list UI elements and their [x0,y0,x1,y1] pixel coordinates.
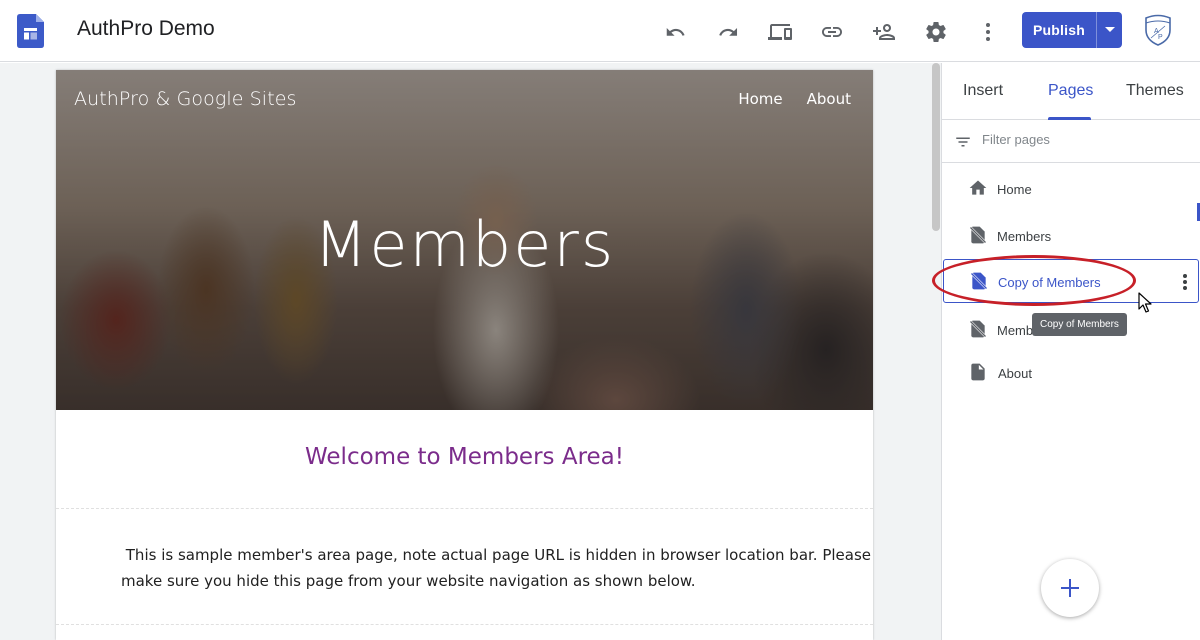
site-name[interactable]: AuthPro & Google Sites [74,88,297,110]
more-vert-icon[interactable] [1179,272,1191,292]
redo-icon[interactable] [712,16,744,48]
page-name-tooltip: Copy of Members [1032,313,1127,336]
filter-pages-bar [942,120,1200,163]
top-bar: AuthPro Demo Publish A P [0,0,1200,62]
page-item-home[interactable]: Home [942,167,1200,211]
page-item-label: Members [997,229,1052,244]
share-person-add-icon[interactable] [868,16,900,48]
site-editor-canvas: AuthPro & Google Sites Home About Member… [0,63,941,640]
hero-banner-image[interactable]: AuthPro & Google Sites Home About Member… [56,70,873,410]
settings-gear-icon[interactable] [920,16,952,48]
publish-button[interactable]: Publish [1022,12,1097,48]
hidden-page-icon [969,320,987,338]
preview-devices-icon[interactable] [764,16,796,48]
svg-text:P: P [1158,34,1163,41]
page-item-label: Home [997,182,1032,197]
plus-icon [1061,579,1079,597]
google-sites-logo-icon[interactable] [17,14,44,48]
page-item-copy-of-members[interactable]: Copy of Members [943,259,1199,303]
filter-pages-input[interactable] [982,132,1182,147]
hidden-page-icon [970,272,988,290]
page-item-label: About [998,366,1032,381]
page-item-label: Copy of Members [998,275,1101,290]
canvas-scrollbar[interactable] [932,63,940,231]
intro-paragraph-line: This is sample member's area page, note … [121,546,872,564]
more-vert-icon[interactable] [972,16,1004,48]
tab-themes[interactable]: Themes [1126,82,1184,100]
link-icon[interactable] [816,16,848,48]
filter-icon[interactable] [954,133,972,151]
page-item-label: Memb [997,323,1034,338]
app-title[interactable]: AuthPro Demo [77,17,215,41]
side-panel: Insert Pages Themes Home Members Copy of… [941,63,1200,640]
site-navigation: Home About [738,90,851,108]
panel-tabs: Insert Pages Themes [942,63,1200,120]
authpro-shield-logo-icon[interactable]: A P [1143,14,1173,46]
site-page: AuthPro & Google Sites Home About Member… [56,70,873,640]
tab-pages[interactable]: Pages [1048,82,1093,100]
site-nav-home[interactable]: Home [738,90,782,108]
hidden-page-icon [969,226,987,244]
welcome-heading[interactable]: Welcome to Members Area! [56,444,873,470]
intro-paragraph[interactable]: This is sample member's area page, note … [121,542,872,594]
mouse-cursor-icon [1138,292,1152,313]
site-nav-about[interactable]: About [807,90,851,108]
add-page-button[interactable] [1041,559,1099,617]
undo-icon[interactable] [660,16,692,48]
publish-dropdown-arrow-icon[interactable] [1097,12,1122,48]
section-divider [56,624,873,625]
section-divider [56,508,873,509]
publish-button-group: Publish [1022,12,1122,48]
home-icon [969,180,987,195]
tab-insert[interactable]: Insert [963,82,1003,100]
page-item-members[interactable]: Members [942,214,1200,258]
intro-paragraph-line: make sure you hide this page from your w… [121,572,696,590]
page-item-about[interactable]: About [942,351,1200,395]
hero-title[interactable]: Members [56,208,873,281]
page-icon [971,363,985,381]
